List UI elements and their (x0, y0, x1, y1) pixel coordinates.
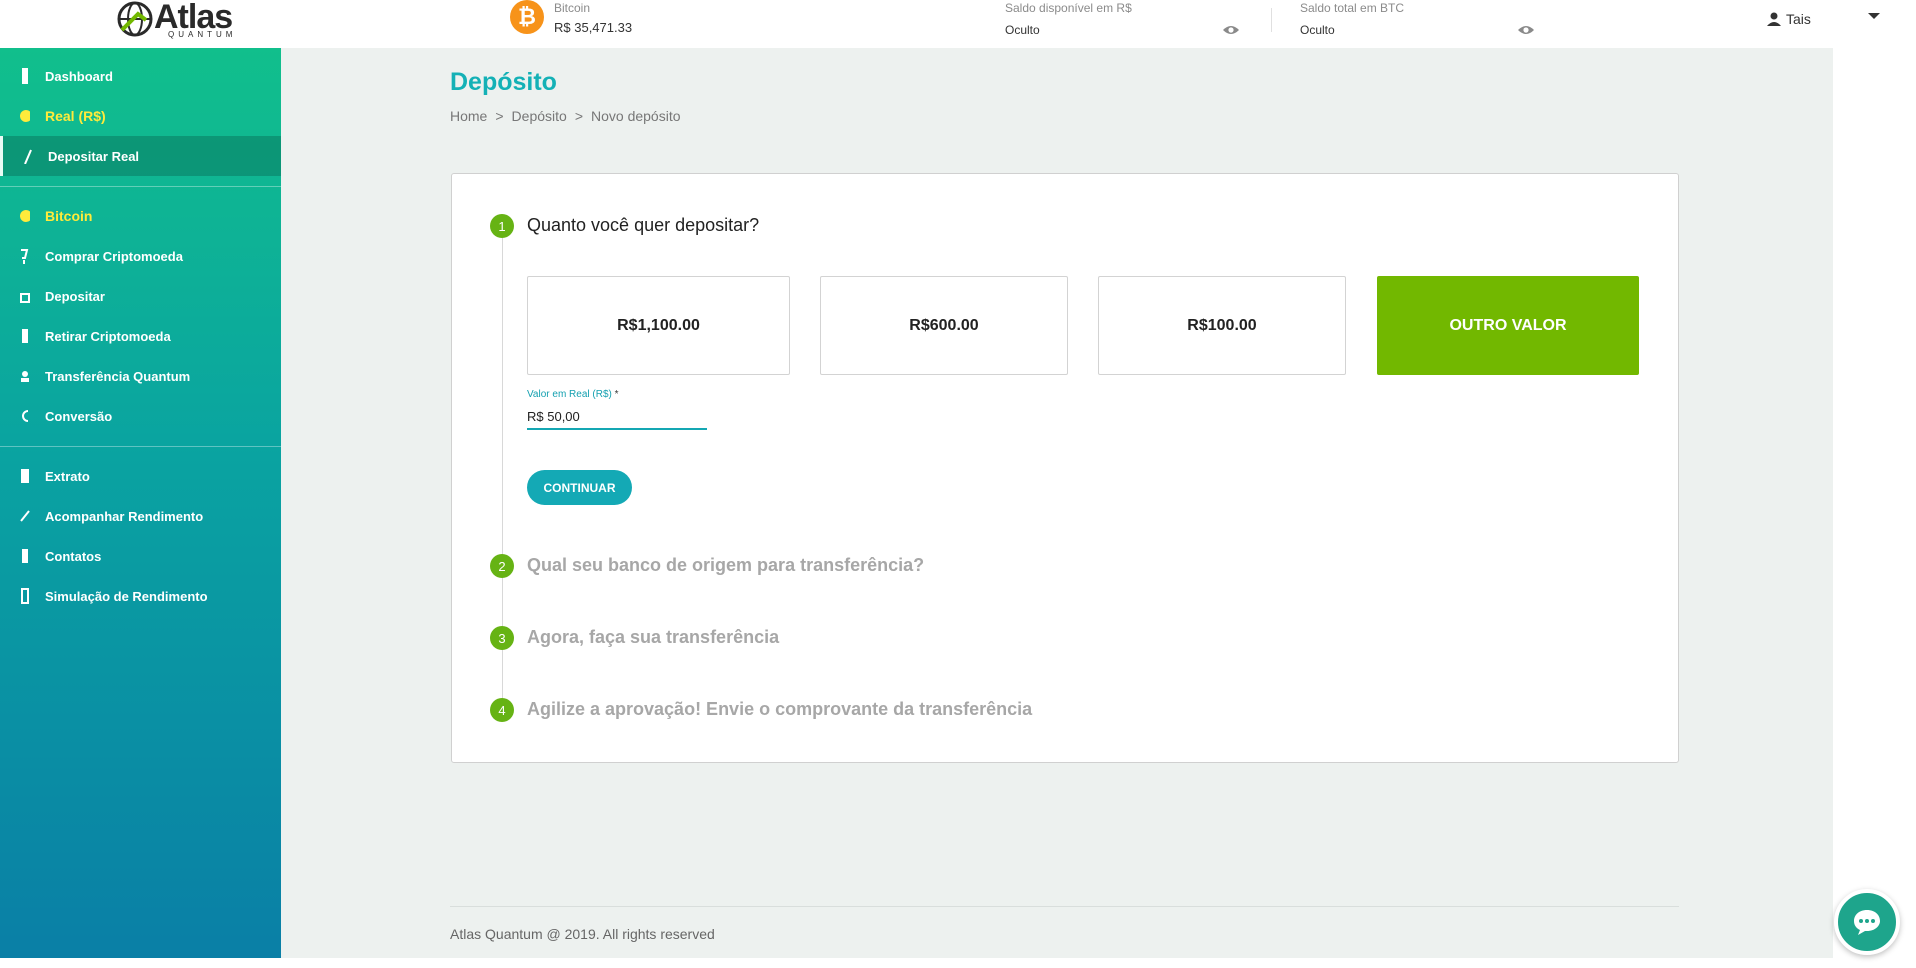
globe-icon (117, 1, 153, 37)
deposit-icon (20, 288, 30, 304)
amount-field-label: Valor em Real (R$) * (527, 389, 619, 400)
sidebar-item-conversao[interactable]: Conversão (0, 396, 281, 436)
sidebar-item-label: Retirar Criptomoeda (45, 328, 171, 344)
required-mark: * (614, 389, 619, 400)
real-currency-icon (20, 108, 30, 124)
step-4-title: Agilize a aprovação! Envie o comprovante… (527, 699, 1033, 719)
sidebar-item-label: Simulação de Rendimento (45, 588, 208, 604)
sidebar-item-real[interactable]: Real (R$) (0, 96, 281, 136)
brush-icon (23, 148, 33, 164)
bitcoin-price-value: R$ 35,471.33 (554, 20, 633, 35)
step-2-title: Qual seu banco de origem para transferên… (527, 555, 925, 575)
sidebar-item-acompanhar-rendimento[interactable]: Acompanhar Rendimento (0, 496, 281, 536)
sidebar-item-label: Depositar (45, 288, 105, 304)
amount-option-other[interactable]: OUTRO VALOR (1377, 276, 1639, 375)
chat-bubble-icon (1854, 910, 1880, 935)
user-icon (20, 368, 30, 384)
step-3-title: Agora, faça sua transferência (527, 627, 780, 647)
amount-option-100[interactable]: R$100.00 (1098, 276, 1346, 375)
sidebar-item-label: Depositar Real (48, 148, 140, 164)
amount-option-1100[interactable]: R$1,100.00 (527, 276, 790, 375)
available-balance-label: Saldo disponível em R$ (1005, 1, 1132, 15)
page-title: Depósito (450, 68, 557, 96)
available-balance-value: Oculto (1005, 23, 1040, 37)
sidebar-item-dashboard[interactable]: Dashboard (0, 56, 281, 96)
withdraw-icon (20, 328, 30, 344)
right-margin (1833, 48, 1916, 958)
sidebar-item-bitcoin[interactable]: Bitcoin (0, 196, 281, 236)
sidebar-item-label: Extrato (45, 468, 90, 484)
bitcoin-price-label: Bitcoin (554, 1, 591, 15)
sidebar-item-label: Transferência Quantum (45, 368, 191, 384)
chart-line-icon (20, 508, 30, 524)
chat-button[interactable] (1834, 889, 1900, 955)
step-1-badge: 1 (490, 214, 514, 238)
bitcoin-icon (20, 208, 30, 224)
sidebar-item-label: Contatos (45, 548, 102, 564)
bitcoin-icon: ₿ (510, 0, 544, 34)
total-balance-label: Saldo total em BTC (1300, 1, 1405, 15)
sidebar: Dashboard Real (R$) Depositar Real Bitco… (0, 48, 281, 958)
statement-icon (20, 468, 30, 484)
footer-copyright: Atlas Quantum @ 2019. All rights reserve… (450, 926, 715, 942)
dashboard-icon (20, 68, 30, 84)
header-divider (1271, 8, 1272, 32)
eye-icon[interactable] (1222, 24, 1240, 36)
cart-icon (20, 248, 30, 264)
top-header: Atlas QUANTUM ₿ Bitcoin R$ 35,471.33 Sal… (0, 0, 1916, 48)
sidebar-divider (0, 186, 281, 187)
breadcrumb-home[interactable]: Home (450, 108, 487, 124)
calculator-icon (20, 588, 30, 604)
user-name: Tais (1786, 11, 1811, 27)
deposit-card (451, 173, 1679, 763)
breadcrumb-deposito[interactable]: Depósito (512, 108, 567, 124)
sidebar-item-label: Bitcoin (45, 208, 93, 224)
step-4-badge: 4 (490, 698, 514, 722)
contacts-icon (20, 548, 30, 564)
sidebar-item-simulacao-rendimento[interactable]: Simulação de Rendimento (0, 576, 281, 616)
sidebar-item-extrato[interactable]: Extrato (0, 456, 281, 496)
user-icon (1767, 12, 1781, 26)
footer-divider (450, 906, 1679, 907)
refresh-icon (20, 408, 30, 424)
amount-input[interactable] (527, 404, 707, 430)
amount-field-label-text: Valor em Real (R$) (527, 389, 612, 400)
logo-subtitle: QUANTUM (168, 30, 237, 39)
chevron-down-icon[interactable] (1868, 13, 1880, 19)
atlas-logo[interactable]: Atlas QUANTUM (116, 0, 236, 40)
breadcrumb-separator: > (574, 108, 583, 124)
sidebar-item-label: Dashboard (45, 68, 113, 84)
step-3-badge: 3 (490, 626, 514, 650)
sidebar-item-label: Conversão (45, 408, 113, 424)
step-2-badge: 2 (490, 554, 514, 578)
breadcrumb: Home > Depósito > Novo depósito (450, 108, 681, 124)
sidebar-divider (0, 446, 281, 447)
sidebar-item-depositar-real[interactable]: Depositar Real (0, 136, 281, 176)
step-1-title: Quanto você quer depositar? (527, 215, 760, 235)
eye-icon[interactable] (1517, 24, 1535, 36)
sidebar-item-depositar[interactable]: Depositar (0, 276, 281, 316)
sidebar-item-comprar-criptomoeda[interactable]: Comprar Criptomoeda (0, 236, 281, 276)
sidebar-item-transferencia-quantum[interactable]: Transferência Quantum (0, 356, 281, 396)
sidebar-item-label: Real (R$) (45, 108, 106, 124)
sidebar-item-label: Comprar Criptomoeda (45, 248, 183, 264)
continue-button[interactable]: CONTINUAR (527, 470, 632, 505)
user-menu[interactable]: Tais (1766, 11, 1811, 27)
sidebar-item-contatos[interactable]: Contatos (0, 536, 281, 576)
total-balance-value: Oculto (1300, 23, 1335, 37)
amount-option-600[interactable]: R$600.00 (820, 276, 1068, 375)
sidebar-item-retirar-criptomoeda[interactable]: Retirar Criptomoeda (0, 316, 281, 356)
breadcrumb-separator: > (495, 108, 504, 124)
sidebar-item-label: Acompanhar Rendimento (45, 508, 204, 524)
breadcrumb-current: Novo depósito (591, 108, 681, 124)
